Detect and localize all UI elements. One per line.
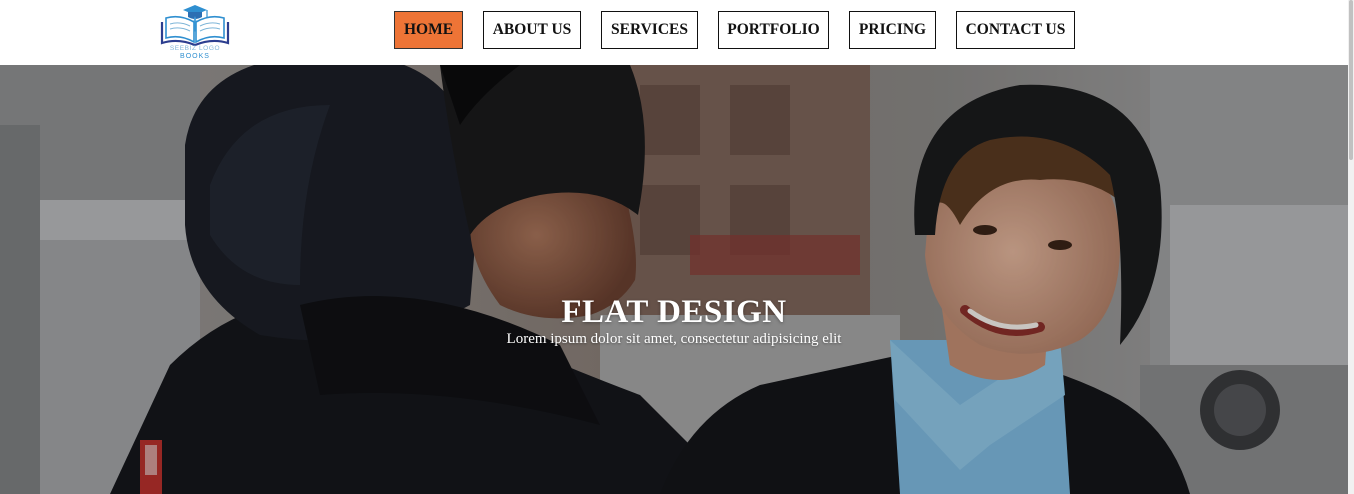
hero-subtitle: Lorem ipsum dolor sit amet, consectetur …: [506, 331, 842, 347]
logo-text-secondary: BOOKS: [180, 53, 210, 60]
hero-dark-overlay: [0, 65, 1348, 494]
nav-services-button[interactable]: SERVICES: [601, 11, 698, 49]
page-scrollbar[interactable]: [1348, 0, 1354, 494]
nav-pricing-button[interactable]: PRICING: [849, 11, 936, 49]
nav-portfolio-button[interactable]: PORTFOLIO: [718, 11, 829, 49]
scrollbar-thumb[interactable]: [1349, 0, 1353, 160]
nav-contact-us-button[interactable]: CONTACT US: [956, 11, 1075, 49]
open-book-with-graduation-cap-icon: [160, 5, 230, 46]
site-header: SEEBIZ LOGO BOOKS HOME ABOUT US SERVICES…: [0, 0, 1348, 65]
nav-about-us-button[interactable]: ABOUT US: [483, 11, 581, 49]
hero-title: FLAT DESIGN: [561, 294, 787, 330]
logo-text-primary: SEEBIZ LOGO: [169, 45, 221, 52]
nav-home-button[interactable]: HOME: [394, 11, 463, 49]
site-logo[interactable]: SEEBIZ LOGO BOOKS: [158, 2, 232, 64]
hero-banner: FLAT DESIGN Lorem ipsum dolor sit amet, …: [0, 65, 1348, 494]
